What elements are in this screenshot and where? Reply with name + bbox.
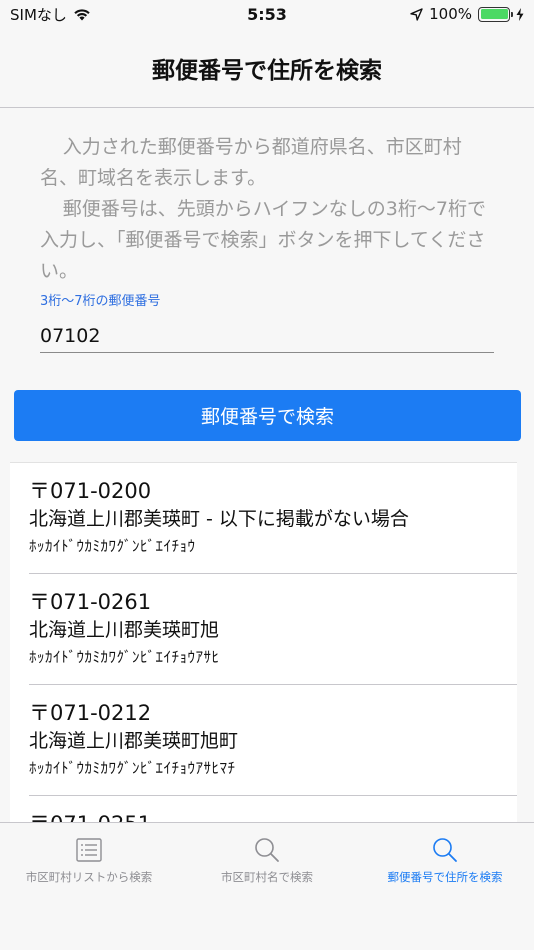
page-title: 郵便番号で住所を検索 — [152, 57, 382, 84]
search-icon — [432, 835, 458, 865]
postal-search-button[interactable]: 郵便番号で検索 — [14, 390, 521, 441]
navigation-bar: 郵便番号で住所を検索 — [0, 28, 534, 108]
result-zip: 〒071-0261 — [29, 590, 152, 614]
result-zip: 〒071-0200 — [29, 479, 152, 503]
list-icon — [76, 835, 102, 865]
result-zip: 〒071-0212 — [29, 701, 152, 725]
status-bar: SIMなし 5:53 100% — [0, 0, 534, 28]
postal-code-label: 3桁〜7桁の郵便番号 — [40, 294, 161, 309]
description-paragraph-2: 郵便番号は、先頭からハイフンなしの3桁〜7桁で入力し、「郵便番号で検索」ボタンを… — [40, 198, 486, 282]
tab-label: 郵便番号で住所を検索 — [387, 870, 503, 884]
search-icon — [254, 835, 280, 865]
postal-code-input[interactable] — [40, 320, 494, 353]
list-item[interactable]: 〒071-0212 北海道上川郡美瑛町旭町 ﾎｯｶｲﾄﾞｳｶﾐｶﾜｸﾞﾝﾋﾞｴｲ… — [10, 685, 517, 796]
description: 入力された郵便番号から都道府県名、市区町村名、町域名を表示します。 郵便番号は、… — [40, 132, 495, 287]
tab-bar: 市区町村リストから検索 市区町村名で検索 郵便番号で住所を検索 — [0, 822, 534, 950]
battery-icon — [478, 6, 513, 22]
wifi-icon — [73, 8, 91, 21]
carrier-label: SIMなし — [10, 5, 67, 24]
list-item[interactable]: 〒071-0261 北海道上川郡美瑛町旭 ﾎｯｶｲﾄﾞｳｶﾐｶﾜｸﾞﾝﾋﾞｴｲﾁ… — [10, 574, 517, 685]
location-arrow-icon — [410, 7, 423, 21]
description-paragraph-1: 入力された郵便番号から都道府県名、市区町村名、町域名を表示します。 — [40, 136, 462, 189]
result-address: 北海道上川郡美瑛町旭町 — [29, 730, 239, 752]
result-kana: ﾎｯｶｲﾄﾞｳｶﾐｶﾜｸﾞﾝﾋﾞｴｲﾁｮｳ — [29, 537, 196, 555]
result-address: 北海道上川郡美瑛町 - 以下に掲載がない場合 — [29, 508, 409, 530]
status-right: 100% — [410, 5, 524, 23]
tab-label: 市区町村リストから検索 — [25, 870, 153, 884]
status-left: SIMなし — [10, 4, 91, 25]
result-kana: ﾎｯｶｲﾄﾞｳｶﾐｶﾜｸﾞﾝﾋﾞｴｲﾁｮｳｱｻﾋﾏﾁ — [29, 759, 236, 777]
tab-postal-search[interactable]: 郵便番号で住所を検索 — [356, 823, 534, 950]
battery-fill — [480, 9, 508, 19]
tab-city-name-search[interactable]: 市区町村名で検索 — [178, 823, 356, 950]
list-item[interactable]: 〒071-0251 — [10, 796, 517, 822]
list-item[interactable]: 〒071-0200 北海道上川郡美瑛町 - 以下に掲載がない場合 ﾎｯｶｲﾄﾞｳ… — [10, 463, 517, 574]
results-list[interactable]: 〒071-0200 北海道上川郡美瑛町 - 以下に掲載がない場合 ﾎｯｶｲﾄﾞｳ… — [10, 462, 517, 822]
tab-label: 市区町村名で検索 — [221, 870, 313, 884]
result-address: 北海道上川郡美瑛町旭 — [29, 619, 220, 641]
battery-percent: 100% — [429, 5, 472, 23]
result-zip: 〒071-0251 — [29, 811, 517, 822]
tab-city-list[interactable]: 市区町村リストから検索 — [0, 823, 178, 950]
result-kana: ﾎｯｶｲﾄﾞｳｶﾐｶﾜｸﾞﾝﾋﾞｴｲﾁｮｳｱｻﾋ — [29, 648, 220, 666]
charging-bolt-icon — [516, 7, 524, 21]
